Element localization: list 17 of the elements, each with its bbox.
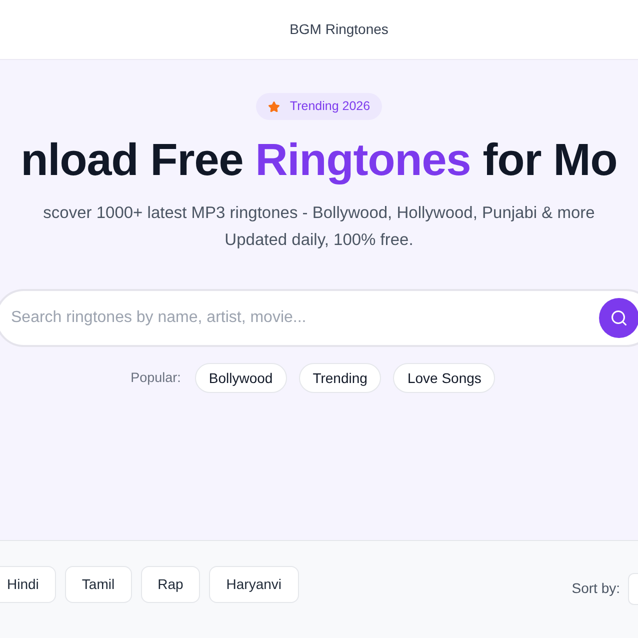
category-chip[interactable]: Tamil — [64, 566, 132, 603]
category-chip[interactable]: Hindi — [0, 566, 56, 603]
star-icon — [268, 100, 280, 112]
category-chip[interactable]: Rap — [140, 566, 200, 603]
popular-tag[interactable]: Bollywood — [194, 363, 287, 393]
search-field[interactable]: Search ringtones by name, artist, movie... — [0, 289, 638, 347]
site-title: BGM Ringtones — [290, 20, 388, 39]
hero-heading: nload Free Ringtones for Mo — [20, 133, 618, 187]
popular-label: Popular: — [130, 368, 181, 387]
popular-tag[interactable]: Trending — [298, 363, 382, 393]
search-icon — [610, 309, 628, 327]
category-chip[interactable]: Haryanvi — [209, 566, 299, 603]
popular-tag[interactable]: Love Songs — [393, 363, 496, 393]
hero-subtitle: scover 1000+ latest MP3 ringtones - Bollywood, Hollywood, Punjabi & more — [43, 203, 595, 224]
sort-label: Sort by: — [572, 579, 620, 598]
trending-badge: Trending 2026 — [256, 93, 382, 120]
hero-subtitle: Updated daily, 100% free. — [224, 230, 414, 251]
